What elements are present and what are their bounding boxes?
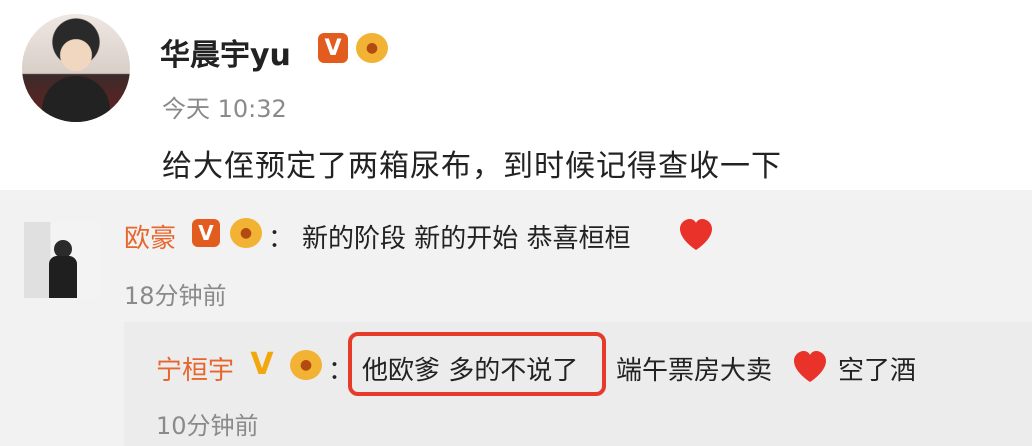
heart-icon	[794, 351, 826, 382]
comment-time: 18分钟前	[124, 282, 227, 310]
post-time: 今天 10:32	[162, 95, 287, 123]
verified-v-badge-icon: V	[250, 346, 274, 382]
comment-text: 新的阶段 新的开始 恭喜桓桓	[302, 224, 631, 254]
reply-username[interactable]: 宁桓宇	[156, 350, 234, 387]
reply-text: 端午票房大卖	[616, 356, 773, 386]
weibo-post: 华晨宇yu V ● 今天 10:32 给大侄预定了两箱尿布，到时候记得查收一下	[0, 0, 1032, 190]
comment-username[interactable]: 欧豪	[124, 218, 176, 255]
vip-face-badge-icon: ●	[230, 218, 262, 248]
reply-highlighted-text: 他欧爹 多的不说了	[362, 356, 579, 386]
avatar[interactable]	[22, 14, 130, 122]
verified-v-badge-icon: V	[318, 33, 348, 63]
post-text: 给大侄预定了两箱尿布，到时候记得查收一下	[162, 149, 782, 184]
comment-colon: ：	[268, 224, 295, 254]
reply-time: 10分钟前	[156, 412, 259, 440]
vip-face-badge-icon: ●	[290, 350, 322, 380]
reply-text-end: 空了酒	[838, 356, 917, 386]
verified-v-badge-icon: V	[192, 219, 220, 247]
comment-avatar[interactable]	[24, 222, 100, 298]
vip-face-badge-icon: ●	[356, 33, 388, 63]
post-username[interactable]: 华晨宇yu	[160, 30, 291, 74]
heart-icon	[680, 219, 712, 250]
